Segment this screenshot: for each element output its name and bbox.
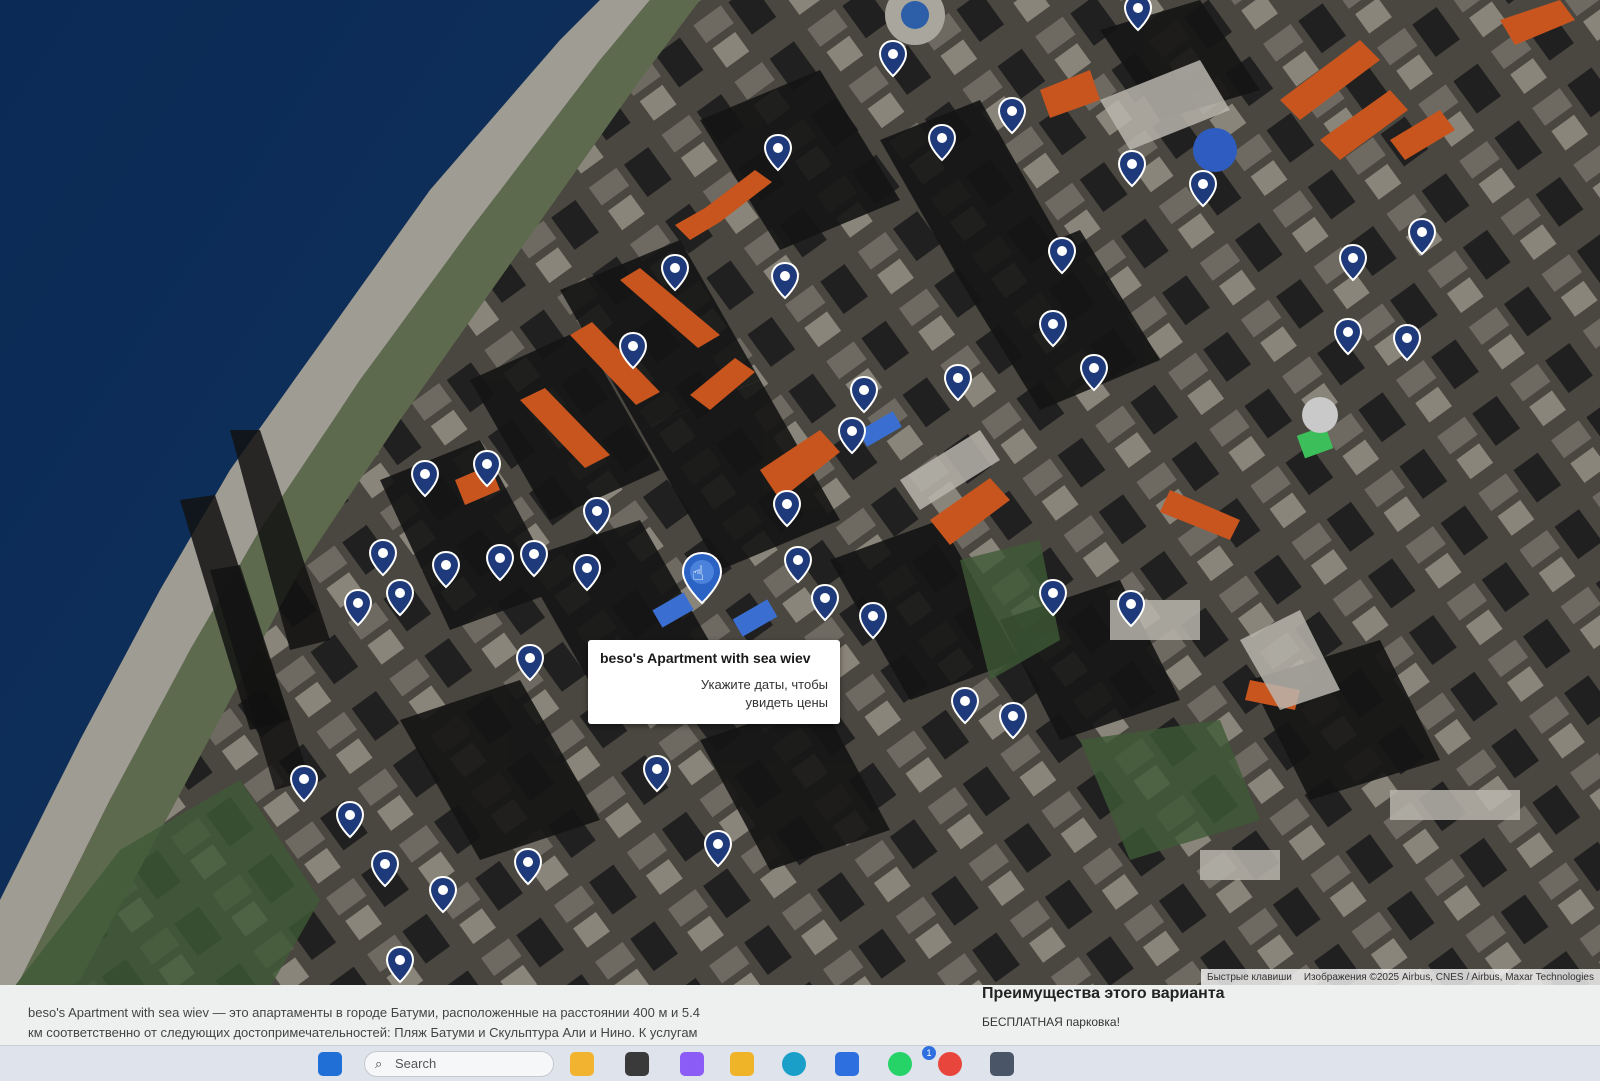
listing-pin[interactable] bbox=[927, 124, 957, 162]
listing-pin[interactable] bbox=[1117, 150, 1147, 188]
listing-pin[interactable] bbox=[837, 417, 867, 455]
listing-pin[interactable] bbox=[1123, 0, 1153, 32]
listing-pin[interactable] bbox=[1188, 170, 1218, 208]
listing-pin[interactable] bbox=[878, 40, 908, 78]
listing-pin[interactable] bbox=[858, 602, 888, 640]
popup-listing-title[interactable]: beso's Apartment with sea wiev bbox=[600, 650, 828, 666]
map-attribution: Быстрые клавиши Изображения ©2025 Airbus… bbox=[1201, 969, 1600, 985]
description-line: км соответственно от следующих достоприм… bbox=[28, 1025, 698, 1040]
listing-pin[interactable] bbox=[1038, 310, 1068, 348]
copilot-icon[interactable] bbox=[680, 1052, 704, 1076]
listing-pin[interactable] bbox=[385, 579, 415, 617]
calculator-icon[interactable] bbox=[990, 1052, 1014, 1076]
listing-pin[interactable] bbox=[943, 364, 973, 402]
advantage-item: БЕСПЛАТНАЯ парковка! bbox=[982, 1015, 1120, 1029]
listing-pin[interactable] bbox=[370, 850, 400, 888]
listing-pin[interactable] bbox=[1047, 237, 1077, 275]
selected-listing-pin[interactable]: ☝ bbox=[680, 551, 724, 605]
chrome-icon[interactable] bbox=[938, 1052, 962, 1076]
widgets-icon[interactable] bbox=[570, 1052, 594, 1076]
listing-pin[interactable] bbox=[289, 765, 319, 803]
description-line: beso's Apartment with sea wiev — это апа… bbox=[28, 1005, 700, 1020]
keyboard-shortcuts-link[interactable]: Быстрые клавиши bbox=[1207, 972, 1292, 983]
listing-pin[interactable] bbox=[703, 830, 733, 868]
listing-pin[interactable] bbox=[410, 460, 440, 498]
popup-hint-line1: Укажите даты, чтобы bbox=[700, 677, 828, 692]
listing-pin[interactable] bbox=[660, 254, 690, 292]
listing-pin[interactable] bbox=[618, 332, 648, 370]
hand-cursor-icon: ☝ bbox=[692, 561, 705, 585]
listing-description: beso's Apartment with sea wiev — это апа… bbox=[28, 1003, 888, 1043]
listing-pin[interactable] bbox=[997, 97, 1027, 135]
listing-pin[interactable] bbox=[1407, 218, 1437, 256]
advantages-heading: Преимущества этого варианта bbox=[982, 985, 1225, 1002]
listing-pin[interactable] bbox=[1116, 590, 1146, 628]
listing-pin[interactable] bbox=[431, 551, 461, 589]
listing-pin[interactable] bbox=[513, 848, 543, 886]
listing-pin[interactable] bbox=[368, 539, 398, 577]
listing-pin[interactable] bbox=[1392, 324, 1422, 362]
taskbar: ⌕ Search 1 bbox=[0, 1045, 1600, 1081]
popup-hint-line2: увидеть цены bbox=[745, 695, 828, 710]
listing-pin[interactable] bbox=[763, 134, 793, 172]
start-icon[interactable] bbox=[318, 1052, 342, 1076]
listing-pin[interactable] bbox=[998, 702, 1028, 740]
edge-icon[interactable] bbox=[782, 1052, 806, 1076]
listing-pin[interactable] bbox=[1079, 354, 1109, 392]
listing-pin[interactable] bbox=[485, 544, 515, 582]
listing-pin[interactable] bbox=[385, 946, 415, 984]
listing-pin[interactable] bbox=[1333, 318, 1363, 356]
search-placeholder: Search bbox=[395, 1056, 437, 1071]
listing-pin[interactable] bbox=[770, 262, 800, 300]
terminal-icon[interactable] bbox=[625, 1052, 649, 1076]
listing-pin[interactable] bbox=[515, 644, 545, 682]
listing-pin[interactable] bbox=[810, 584, 840, 622]
listing-pin[interactable] bbox=[772, 490, 802, 528]
listing-pin[interactable] bbox=[783, 546, 813, 584]
listing-pin[interactable] bbox=[642, 755, 672, 793]
file-explorer-icon[interactable] bbox=[730, 1052, 754, 1076]
listing-pin[interactable] bbox=[950, 687, 980, 725]
map-view[interactable]: ☝ beso's Apartment with sea wiev Укажите… bbox=[0, 0, 1600, 1005]
listing-pin[interactable] bbox=[572, 554, 602, 592]
listing-details-section: beso's Apartment with sea wiev — это апа… bbox=[0, 985, 1600, 1045]
store-icon[interactable] bbox=[835, 1052, 859, 1076]
listing-pin[interactable] bbox=[519, 540, 549, 578]
taskbar-search[interactable]: ⌕ Search bbox=[364, 1051, 554, 1077]
search-icon: ⌕ bbox=[375, 1056, 383, 1071]
listing-pin[interactable] bbox=[1338, 244, 1368, 282]
listing-pin[interactable] bbox=[335, 801, 365, 839]
whatsapp-icon[interactable] bbox=[888, 1052, 912, 1076]
listing-pin[interactable] bbox=[428, 876, 458, 914]
listing-pin[interactable] bbox=[343, 589, 373, 627]
listing-pin[interactable] bbox=[1038, 579, 1068, 617]
listing-info-popup[interactable]: beso's Apartment with sea wiev Укажите д… bbox=[588, 640, 840, 724]
listing-pin[interactable] bbox=[582, 497, 612, 535]
imagery-credit: Изображения ©2025 Airbus, CNES / Airbus,… bbox=[1303, 971, 1594, 983]
listing-pin[interactable] bbox=[472, 450, 502, 488]
listing-pin[interactable] bbox=[849, 376, 879, 414]
notification-badge: 1 bbox=[922, 1046, 936, 1060]
